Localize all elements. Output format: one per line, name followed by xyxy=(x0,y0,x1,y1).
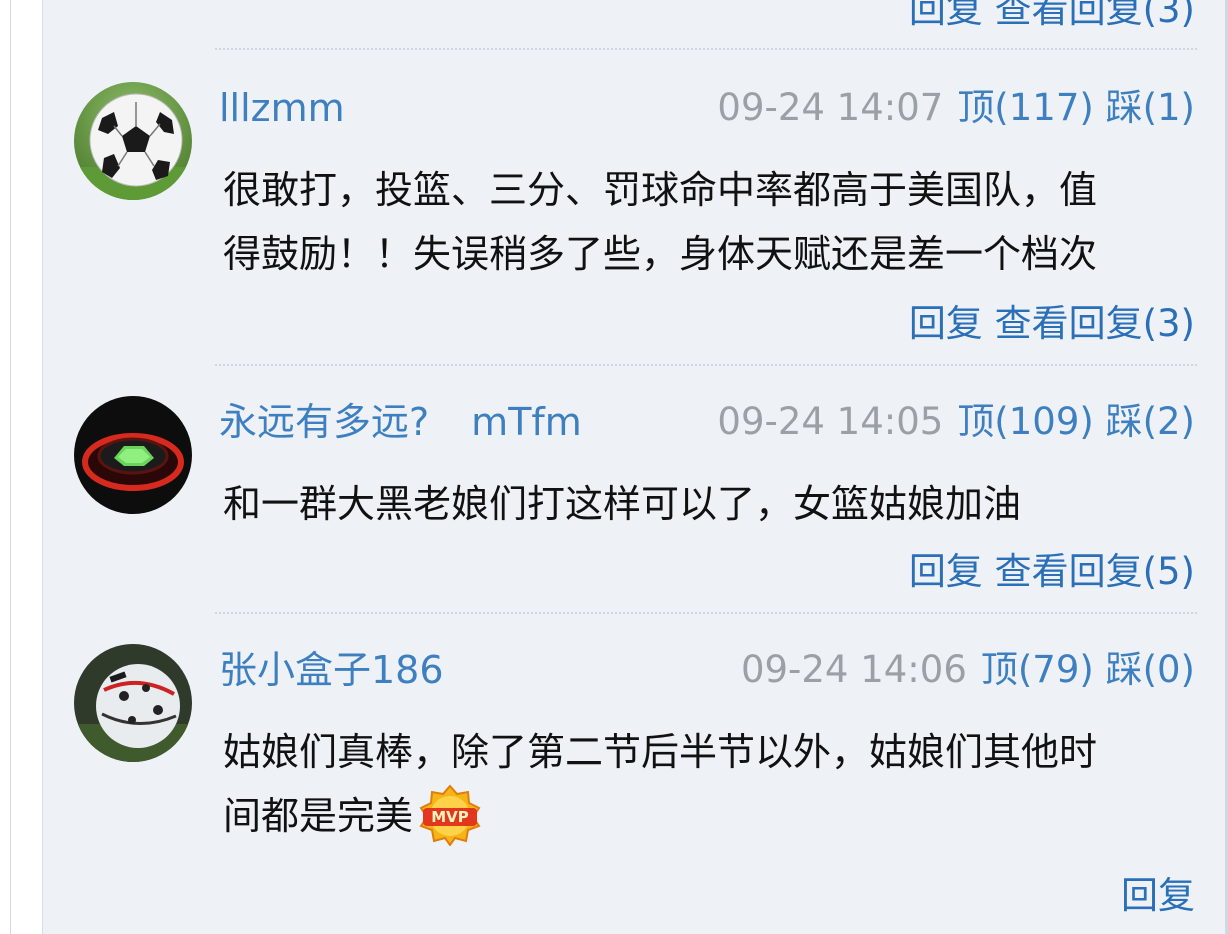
upvote-button[interactable]: 顶(117) xyxy=(957,86,1094,129)
stadium-avatar[interactable] xyxy=(74,396,192,514)
comment-actions: 回复 查看回复(3) xyxy=(909,302,1195,346)
soccer-ball-avatar[interactable] xyxy=(74,82,192,200)
divider xyxy=(215,364,1197,366)
ball-avatar[interactable] xyxy=(74,644,192,762)
divider xyxy=(215,612,1197,614)
username-suffix[interactable]: mTfm xyxy=(471,400,582,444)
username-group: 永远有多远? mTfm xyxy=(219,400,582,444)
comment-line: 间都是完美 xyxy=(223,794,414,838)
timestamp: 09-24 14:07 xyxy=(717,86,944,129)
downvote-button[interactable]: 踩(2) xyxy=(1106,400,1195,443)
username[interactable]: 永远有多远? xyxy=(219,400,429,444)
view-replies-button[interactable]: 查看回复(5) xyxy=(995,550,1195,593)
view-replies-button[interactable]: 查看回复(3) xyxy=(995,302,1195,345)
upvote-button[interactable]: 顶(79) xyxy=(981,648,1094,691)
reply-button[interactable]: 回复 xyxy=(1121,874,1195,917)
comment-text: 很敢打，投篮、三分、罚球命中率都高于美国队，值 得鼓励！！失误稍多了些，身体天赋… xyxy=(223,158,1097,286)
left-border xyxy=(0,0,43,934)
divider xyxy=(215,48,1197,50)
comment-meta: 09-24 14:07 顶(117) 踩(1) xyxy=(717,86,1195,130)
comment-line: 和一群大黑老娘们打这样可以了，女篮姑娘加油 xyxy=(223,482,1022,526)
downvote-button[interactable]: 踩(1) xyxy=(1106,86,1195,129)
comment-actions: 回复 xyxy=(1121,874,1195,918)
mvp-emoji-label: MVP xyxy=(431,808,469,826)
username[interactable]: 张小盒子186 xyxy=(219,648,444,692)
upvote-button[interactable]: 顶(109) xyxy=(957,400,1094,443)
comment-line: 很敢打，投篮、三分、罚球命中率都高于美国队，值 xyxy=(223,168,1098,212)
comment-line-with-emoji: 间都是完美 MVP xyxy=(223,783,1097,850)
comment-feed: 回复 查看回复(3) lllzmm 09-24 14:07 顶(117) 踩(1… xyxy=(43,0,1225,934)
downvote-button[interactable]: 踩(0) xyxy=(1106,648,1195,691)
username[interactable]: lllzmm xyxy=(219,86,345,130)
timestamp: 09-24 14:05 xyxy=(717,400,944,443)
reply-button[interactable]: 回复 xyxy=(909,550,983,593)
comment-text: 姑娘们真棒，除了第二节后半节以外，姑娘们其他时 间都是完美 MVP xyxy=(223,720,1097,850)
comment-meta: 09-24 14:05 顶(109) 踩(2) xyxy=(717,400,1195,444)
comment-line: 姑娘们真棒，除了第二节后半节以外，姑娘们其他时 xyxy=(223,730,1098,774)
timestamp: 09-24 14:06 xyxy=(740,648,967,691)
comment-text: 和一群大黑老娘们打这样可以了，女篮姑娘加油 xyxy=(223,472,1021,536)
comment-meta: 09-24 14:06 顶(79) 踩(0) xyxy=(741,648,1195,692)
comment-line: 得鼓励！！失误稍多了些，身体天赋还是差一个档次 xyxy=(223,232,1098,276)
mvp-emoji-icon: MVP xyxy=(417,783,483,847)
previous-comment-actions: 回复 查看回复(3) xyxy=(909,0,1195,32)
reply-button[interactable]: 回复 xyxy=(909,302,983,345)
view-replies-button[interactable]: 查看回复(3) xyxy=(995,0,1195,31)
reply-button[interactable]: 回复 xyxy=(909,0,983,31)
comment-actions: 回复 查看回复(5) xyxy=(909,550,1195,594)
